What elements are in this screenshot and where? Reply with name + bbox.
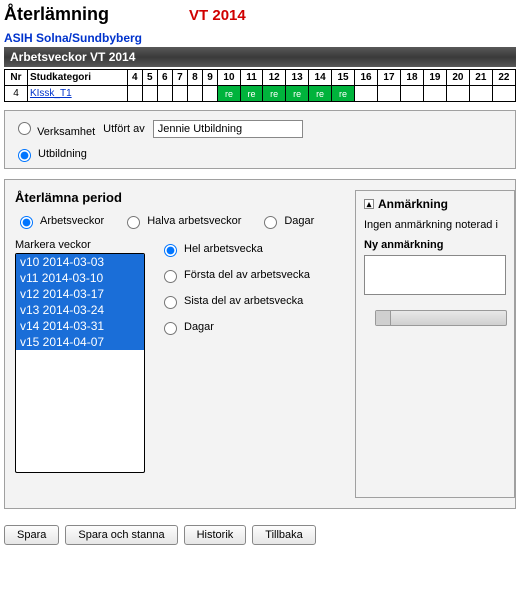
week-cell-returned: re <box>286 86 309 102</box>
radio-dagar-label: Dagar <box>284 215 314 227</box>
radio-verksamhet-label: Verksamhet <box>37 126 95 138</box>
spara-och-stanna-button[interactable]: Spara och stanna <box>65 525 177 545</box>
radio-utbildning-input[interactable] <box>18 149 31 162</box>
week-cell <box>446 86 469 102</box>
radio-verksamhet-input[interactable] <box>18 122 31 135</box>
radio-hel-arbetsvecka[interactable]: Hel arbetsvecka <box>159 241 310 257</box>
week-list[interactable]: v10 2014-03-03 v11 2014-03-10 v12 2014-0… <box>15 253 145 473</box>
radio-verksamhet[interactable]: Verksamhet <box>13 119 95 138</box>
radio-detail-dagar[interactable]: Dagar <box>159 319 310 335</box>
col-week: 21 <box>469 70 492 86</box>
week-cell <box>423 86 446 102</box>
radio-hel-input[interactable] <box>164 244 177 257</box>
tillbaka-button[interactable]: Tillbaka <box>252 525 316 545</box>
col-nr: Nr <box>5 70 28 86</box>
radio-forsta-label: Första del av arbetsvecka <box>184 269 310 281</box>
section-bar: Arbetsveckor VT 2014 <box>4 47 516 67</box>
radio-halva-label: Halva arbetsveckor <box>147 215 241 227</box>
radio-halva-input[interactable] <box>127 216 140 229</box>
col-week: 13 <box>286 70 309 86</box>
week-cell <box>400 86 423 102</box>
week-cell-returned: re <box>332 86 355 102</box>
unit-name: ASIH Solna/Sundbyberg <box>4 31 516 45</box>
utfort-av-label: Utfört av <box>103 123 145 135</box>
week-cell <box>469 86 492 102</box>
radio-forsta-input[interactable] <box>164 270 177 283</box>
col-week: 5 <box>142 70 157 86</box>
mode-panel: Verksamhet Utfört av Utbildning <box>4 110 516 169</box>
col-week: 15 <box>332 70 355 86</box>
col-week: 7 <box>172 70 187 86</box>
table-row: 4 KIssk_T1 re re re re re re <box>5 86 516 102</box>
ny-anmarkning-input[interactable] <box>364 255 506 295</box>
col-studkategori: Studkategori <box>27 70 127 86</box>
week-cell <box>378 86 401 102</box>
week-option[interactable]: v10 2014-03-03 <box>16 254 144 270</box>
utfort-av-input[interactable] <box>153 120 303 138</box>
col-week: 12 <box>263 70 286 86</box>
col-week: 17 <box>378 70 401 86</box>
week-cell <box>172 86 187 102</box>
col-week: 4 <box>127 70 142 86</box>
historik-button[interactable]: Historik <box>184 525 247 545</box>
col-week: 16 <box>355 70 378 86</box>
col-week: 8 <box>187 70 202 86</box>
anmarkning-title: Anmärkning <box>378 197 448 211</box>
col-week: 9 <box>202 70 217 86</box>
radio-sista-input[interactable] <box>164 296 177 309</box>
week-cell-returned: re <box>263 86 286 102</box>
col-week: 10 <box>218 70 241 86</box>
col-week: 14 <box>309 70 332 86</box>
col-week: 22 <box>492 70 515 86</box>
radio-arbetsveckor-label: Arbetsveckor <box>40 215 104 227</box>
week-cell-returned: re <box>218 86 241 102</box>
week-option[interactable]: v11 2014-03-10 <box>16 270 144 286</box>
week-option[interactable]: v12 2014-03-17 <box>16 286 144 302</box>
radio-arbetsveckor[interactable]: Arbetsveckor <box>15 213 104 229</box>
col-week: 11 <box>240 70 262 86</box>
week-cell <box>157 86 172 102</box>
cell-nr: 4 <box>5 86 28 102</box>
anmarkning-none-text: Ingen anmärkning noterad i <box>364 219 506 231</box>
radio-arbetsveckor-input[interactable] <box>20 216 33 229</box>
week-option[interactable]: v14 2014-03-31 <box>16 318 144 334</box>
anmarkning-panel: ▴ Anmärkning Ingen anmärkning noterad i … <box>355 190 515 498</box>
week-option[interactable]: v13 2014-03-24 <box>16 302 144 318</box>
page-title: Återlämning <box>4 4 109 25</box>
col-week: 19 <box>423 70 446 86</box>
week-option[interactable]: v15 2014-04-07 <box>16 334 144 350</box>
period-panel: Återlämna period Arbetsveckor Halva arbe… <box>4 179 516 509</box>
radio-dagar-input[interactable] <box>264 216 277 229</box>
radio-utbildning-label: Utbildning <box>38 148 87 160</box>
markera-veckor-label: Markera veckor <box>15 239 145 251</box>
radio-forsta-del[interactable]: Första del av arbetsvecka <box>159 267 310 283</box>
radio-halva[interactable]: Halva arbetsveckor <box>122 213 241 229</box>
col-week: 18 <box>400 70 423 86</box>
weeks-table: Nr Studkategori 4 5 6 7 8 9 10 11 12 13 … <box>4 69 516 102</box>
week-cell-returned: re <box>309 86 332 102</box>
radio-dagar[interactable]: Dagar <box>259 213 314 229</box>
cell-studkategori-link[interactable]: KIssk_T1 <box>27 86 127 102</box>
col-week: 6 <box>157 70 172 86</box>
week-cell <box>187 86 202 102</box>
col-week: 20 <box>446 70 469 86</box>
radio-sista-del[interactable]: Sista del av arbetsvecka <box>159 293 310 309</box>
week-cell <box>202 86 217 102</box>
radio-detail-dagar-input[interactable] <box>164 322 177 335</box>
week-cell <box>142 86 157 102</box>
radio-utbildning[interactable]: Utbildning <box>13 146 87 162</box>
horizontal-scrollbar[interactable] <box>375 310 507 326</box>
radio-detail-dagar-label: Dagar <box>184 321 214 333</box>
page-term: VT 2014 <box>189 7 246 24</box>
week-cell <box>127 86 142 102</box>
radio-hel-label: Hel arbetsvecka <box>184 243 263 255</box>
spara-button[interactable]: Spara <box>4 525 59 545</box>
week-cell <box>492 86 515 102</box>
collapse-icon[interactable]: ▴ <box>364 199 374 209</box>
period-title: Återlämna period <box>15 190 335 205</box>
ny-anmarkning-label: Ny anmärkning <box>364 239 506 251</box>
week-cell-returned: re <box>240 86 262 102</box>
week-cell <box>355 86 378 102</box>
radio-sista-label: Sista del av arbetsvecka <box>184 295 303 307</box>
